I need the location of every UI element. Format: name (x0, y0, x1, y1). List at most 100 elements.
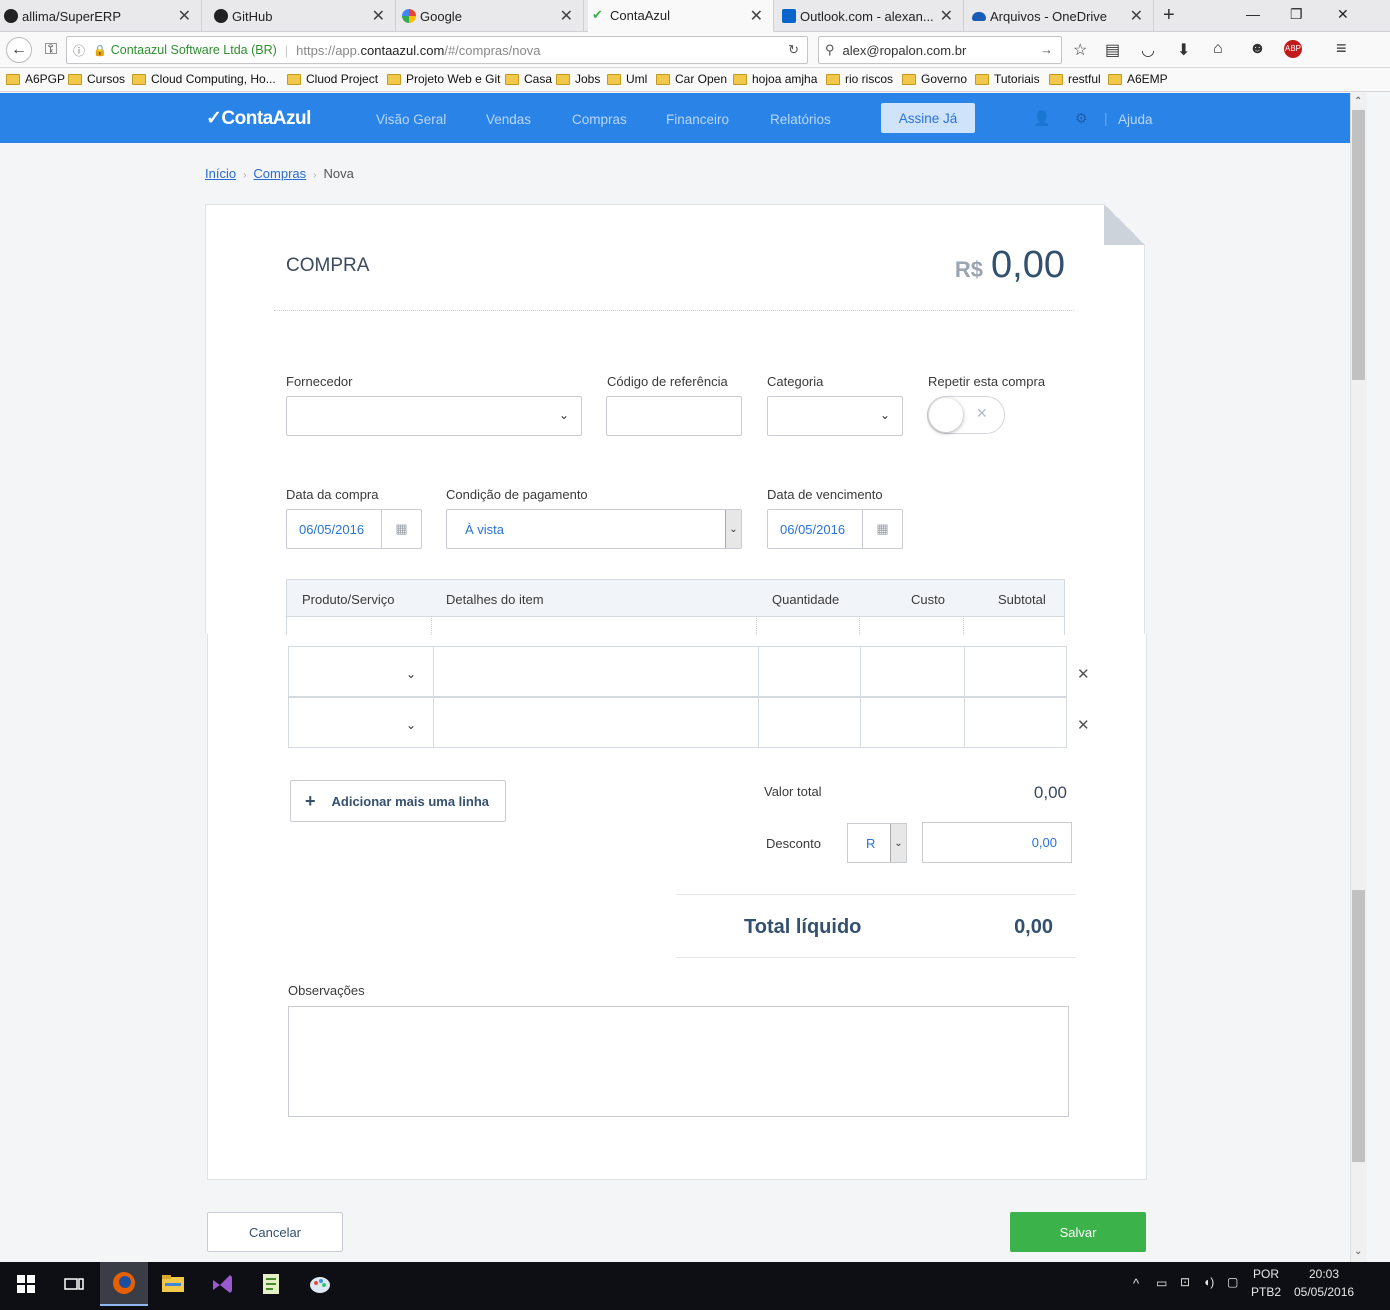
close-tab-icon[interactable]: ✕ (560, 6, 573, 26)
browser-tab[interactable]: Arquivos - OneDrive ✕ (968, 0, 1154, 32)
scrollbar-thumb[interactable] (1352, 110, 1365, 380)
clock-date[interactable]: 05/05/2016 (1294, 1285, 1354, 1299)
key-icon[interactable]: ⚿ (38, 37, 64, 63)
calendar-icon[interactable]: ▦ (381, 510, 421, 548)
condicao-pagamento-select[interactable]: À vista ⌄ (446, 509, 742, 549)
save-button[interactable]: Salvar (1010, 1212, 1146, 1252)
app-logo[interactable]: ✓ContaAzul (206, 107, 311, 130)
calendar-icon[interactable]: ▦ (862, 510, 902, 548)
info-icon[interactable]: ⓘ (73, 42, 85, 59)
breadcrumb-inicio[interactable]: Início (205, 166, 236, 181)
battery-icon[interactable]: ▭ (1156, 1276, 1167, 1290)
help-link[interactable]: Ajuda (1118, 112, 1153, 127)
close-tab-icon[interactable]: ✕ (750, 6, 763, 26)
windows-start-icon[interactable] (2, 1262, 50, 1306)
item-details-cell[interactable] (433, 698, 434, 747)
close-tab-icon[interactable]: ✕ (372, 6, 385, 26)
reload-icon[interactable]: ↻ (788, 42, 799, 58)
item-details-cell[interactable] (433, 647, 434, 696)
url-text[interactable]: https://app.contaazul.com/#/compras/nova (296, 43, 540, 58)
add-line-button[interactable]: + Adicionar mais uma linha (290, 780, 506, 822)
bookmark-folder[interactable]: Casa (505, 72, 552, 86)
bookmark-folder[interactable]: Cloud Computing, Ho... (132, 72, 276, 86)
pocket-icon[interactable]: ◡ (1141, 40, 1155, 60)
url-bar[interactable]: ⓘ 🔒 Contaazul Software Ltda (BR) | https… (66, 36, 808, 64)
repetir-compra-toggle[interactable]: ✕ (927, 396, 1005, 434)
desconto-type-select[interactable]: R ⌄ (847, 823, 907, 863)
assine-ja-button[interactable]: Assine Já (881, 103, 975, 133)
desconto-value-input[interactable]: 0,00 (922, 822, 1072, 863)
paint-icon[interactable] (296, 1262, 344, 1306)
bookmark-folder[interactable]: restful (1049, 72, 1101, 86)
nav-relatorios[interactable]: Relatórios (770, 112, 831, 127)
site-identity[interactable]: Contaazul Software Ltda (BR) (111, 43, 277, 57)
search-bar[interactable]: ⚲ alex@ropalon.com.br → (818, 36, 1062, 64)
breadcrumb-compras[interactable]: Compras (253, 166, 306, 181)
volume-icon[interactable]: ◖) (1203, 1275, 1214, 1289)
nav-compras[interactable]: Compras (572, 112, 627, 127)
chevron-down-icon[interactable]: ⌄ (406, 667, 416, 681)
restore-icon[interactable]: ❐ (1290, 6, 1303, 23)
observacoes-textarea[interactable] (288, 1006, 1069, 1117)
clock-time[interactable]: 20:03 (1309, 1267, 1339, 1281)
keyboard-layout[interactable]: PTB2 (1251, 1285, 1281, 1299)
bookmark-folder[interactable]: Tutoriais (975, 72, 1040, 86)
new-tab-icon[interactable]: + (1163, 4, 1175, 27)
browser-tab[interactable]: Outlook.com - alexan... ✕ (778, 0, 964, 32)
chevron-down-icon[interactable]: ⌄ (406, 718, 416, 732)
nav-visao-geral[interactable]: Visão Geral (376, 112, 446, 127)
bookmark-folder[interactable]: Cluod Project (287, 72, 378, 86)
data-compra-input[interactable]: 06/05/2016 ▦ (286, 509, 422, 549)
visual-studio-icon[interactable] (198, 1262, 246, 1306)
star-icon[interactable]: ☆ (1073, 40, 1087, 60)
remove-row-icon[interactable]: ✕ (1077, 665, 1090, 683)
bookmark-folder[interactable]: hojoa amjha (733, 72, 817, 86)
language-indicator[interactable]: POR (1253, 1267, 1279, 1281)
bookmark-folder[interactable]: Jobs (556, 72, 600, 86)
close-tab-icon[interactable]: ✕ (940, 6, 953, 26)
cancel-button[interactable]: Cancelar (207, 1212, 343, 1252)
file-explorer-icon[interactable] (149, 1262, 197, 1306)
bookmark-folder[interactable]: Projeto Web e Git (387, 72, 501, 86)
categoria-select[interactable]: ⌄ (767, 396, 903, 436)
bookmark-folder[interactable]: Governo (902, 72, 967, 86)
data-vencimento-input[interactable]: 06/05/2016 ▦ (767, 509, 903, 549)
back-arrow-icon[interactable]: ← (6, 37, 32, 63)
message-icon[interactable]: ▢ (1227, 1275, 1238, 1289)
browser-tab[interactable]: Google ✕ (398, 0, 584, 32)
hello-icon[interactable]: ☻ (1249, 40, 1266, 58)
bookmark-folder[interactable]: Uml (607, 72, 647, 86)
close-window-icon[interactable]: ✕ (1337, 6, 1349, 23)
nav-vendas[interactable]: Vendas (486, 112, 531, 127)
scroll-up-icon[interactable]: ⌃ (1354, 96, 1362, 107)
firefox-icon[interactable] (100, 1262, 148, 1306)
fornecedor-select[interactable]: ⌄ (286, 396, 582, 436)
search-go-icon[interactable]: → (1040, 42, 1053, 57)
scrollbar-thumb[interactable] (1352, 890, 1365, 1162)
minimize-icon[interactable]: — (1246, 6, 1260, 22)
browser-tab-active[interactable]: ✔ ContaAzul ✕ (588, 0, 774, 32)
adblock-icon[interactable]: ABP (1284, 40, 1302, 58)
close-tab-icon[interactable]: ✕ (178, 6, 191, 26)
item-quantity-cell[interactable] (758, 698, 759, 747)
notepad-plus-icon[interactable] (247, 1262, 295, 1306)
item-cost-cell[interactable] (860, 647, 861, 696)
download-icon[interactable]: ⬇ (1177, 40, 1190, 60)
item-cost-cell[interactable] (860, 698, 861, 747)
network-icon[interactable]: ⊡ (1180, 1275, 1190, 1289)
chevron-up-icon[interactable]: ^ (1133, 1276, 1139, 1291)
menu-icon[interactable]: ≡ (1336, 38, 1347, 59)
browser-tab[interactable]: allima/SuperERP ✕ (0, 0, 202, 32)
browser-tab[interactable]: GitHub ✕ (210, 0, 396, 32)
task-view-icon[interactable] (50, 1262, 98, 1306)
bookmark-folder[interactable]: Car Open (656, 72, 727, 86)
nav-financeiro[interactable]: Financeiro (666, 112, 729, 127)
bookmark-folder[interactable]: rio riscos (826, 72, 893, 86)
bookmark-folder[interactable]: A6EMP (1108, 72, 1168, 86)
gear-icon[interactable]: ⚙ (1075, 110, 1088, 127)
item-quantity-cell[interactable] (758, 647, 759, 696)
scroll-down-icon[interactable]: ⌄ (1354, 1246, 1362, 1257)
home-icon[interactable]: ⌂ (1213, 40, 1223, 58)
reading-list-icon[interactable]: ▤ (1105, 40, 1120, 60)
user-icon[interactable]: 👤 (1033, 110, 1050, 127)
